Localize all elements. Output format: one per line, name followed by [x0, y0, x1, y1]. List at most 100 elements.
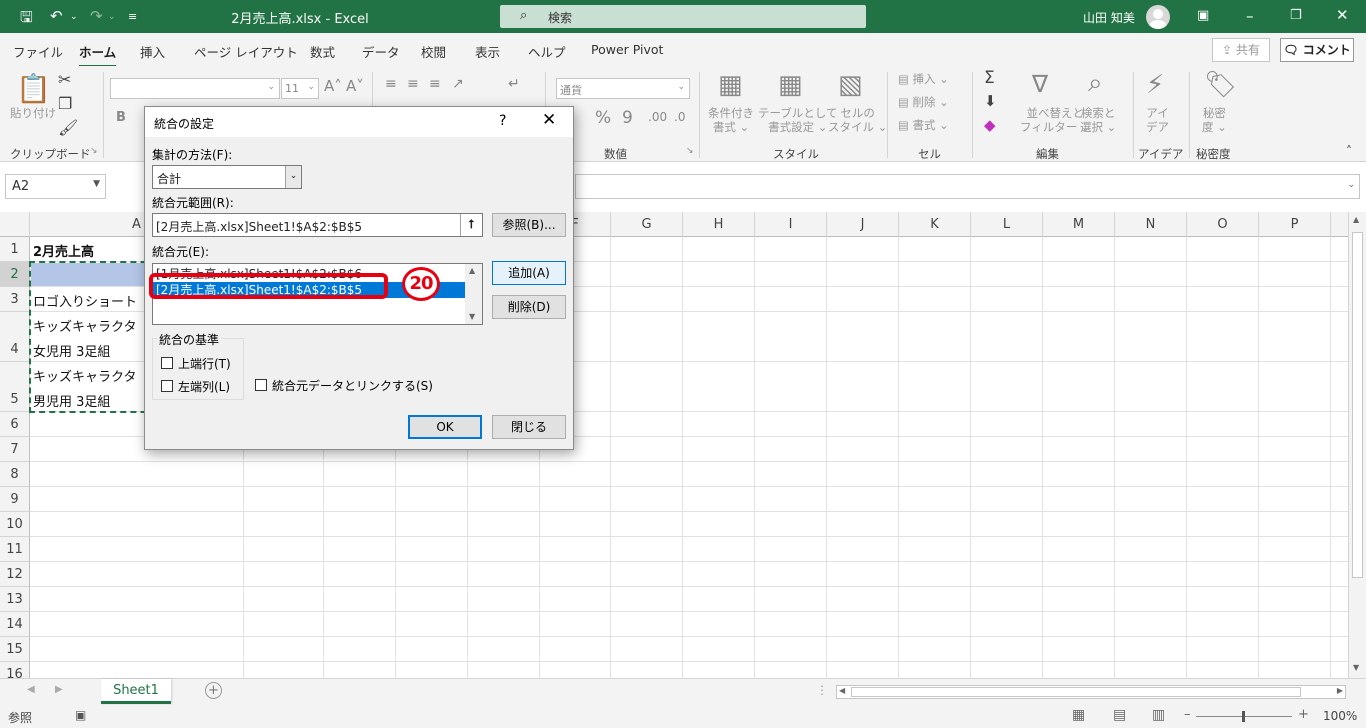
close-button[interactable]: 閉じる — [492, 415, 566, 439]
autosum-icon[interactable]: Σ — [984, 68, 995, 88]
tab-data[interactable]: データ — [362, 42, 400, 61]
scroll-left-icon[interactable]: ◀ — [839, 686, 845, 695]
close-icon[interactable]: ✕ — [542, 110, 556, 130]
font-size-combo[interactable]: 11 ⌄ — [281, 78, 319, 99]
cell-a1[interactable]: 2月売上高 — [33, 241, 94, 260]
grow-font-icon[interactable]: A˄ — [324, 77, 342, 95]
scroll-down-icon[interactable]: ▼ — [1353, 663, 1359, 672]
clear-icon[interactable]: ◆ — [984, 116, 996, 134]
normal-view-icon[interactable]: ▦ — [1072, 707, 1085, 723]
row-header[interactable]: 4 — [0, 312, 30, 362]
link-source-checkbox[interactable]: 統合元データとリンクする(S) — [255, 377, 433, 394]
cell-a5-line1[interactable]: キッズキャラクタ — [33, 366, 136, 385]
formula-input[interactable]: ⌄ — [575, 174, 1360, 199]
orientation-icon[interactable]: ↗ — [452, 76, 464, 92]
comma-icon[interactable]: 9 — [622, 108, 633, 128]
font-name-combo[interactable]: ⌄ — [110, 78, 280, 99]
insert-cells-button[interactable]: ▤ 挿入 ⌄ — [898, 72, 949, 86]
page-layout-view-icon[interactable]: ▤ — [1113, 707, 1126, 723]
wrap-text-icon[interactable]: ↵ — [508, 76, 520, 92]
row-header[interactable]: 6 — [0, 412, 30, 437]
macro-record-icon[interactable]: ▣ — [75, 708, 86, 722]
row-header[interactable]: 8 — [0, 462, 30, 487]
list-scrollbar[interactable]: ▲ ▼ — [465, 264, 482, 324]
scroll-up-icon[interactable]: ▲ — [1353, 215, 1359, 224]
tab-file[interactable]: ファイル — [13, 42, 63, 61]
align-top-icon[interactable]: ≡ — [385, 76, 397, 92]
column-header-l[interactable]: L — [971, 212, 1043, 237]
scroll-thumb[interactable] — [851, 687, 1301, 697]
scroll-right-icon[interactable]: ▶ — [1337, 686, 1343, 695]
row-header[interactable]: 16 — [0, 662, 30, 678]
delete-button[interactable]: 削除(D) — [492, 295, 566, 319]
zoom-slider-thumb[interactable] — [1242, 711, 1245, 722]
paste-icon[interactable]: 📋 — [16, 72, 51, 105]
select-all-corner[interactable] — [0, 212, 30, 237]
tab-page-layout[interactable]: ページ レイアウト — [194, 42, 298, 61]
chevron-down-icon[interactable]: ⌄ — [285, 166, 301, 188]
row-header[interactable]: 15 — [0, 637, 30, 662]
row-header[interactable]: 3 — [0, 287, 30, 312]
clipboard-launcher-icon[interactable]: ↘ — [90, 146, 98, 156]
align-middle-icon[interactable]: ≡ — [407, 76, 419, 92]
row-header[interactable]: 2 — [0, 262, 30, 287]
cell-a4-line1[interactable]: キッズキャラクタ — [33, 316, 136, 335]
tab-help[interactable]: ヘルプ — [528, 42, 566, 61]
delete-cells-button[interactable]: ▤ 削除 ⌄ — [898, 95, 949, 109]
tab-home[interactable]: ホーム — [79, 42, 117, 68]
cell-styles-icon[interactable]: ▧ — [838, 70, 863, 100]
shrink-font-icon[interactable]: A˅ — [346, 77, 364, 95]
sort-filter-icon[interactable]: ∇ — [1032, 70, 1048, 98]
column-header[interactable] — [1331, 212, 1348, 237]
cell-a4-line2[interactable]: 女児用 3足組 — [33, 341, 110, 360]
prev-sheet-icon[interactable]: ◀ — [27, 684, 35, 695]
column-header-h[interactable]: H — [683, 212, 755, 237]
format-as-table-button[interactable]: テーブルとして 書式設定 ⌄ — [758, 106, 837, 134]
cell-styles-button[interactable]: セルの スタイル ⌄ — [828, 106, 887, 134]
tab-view[interactable]: 表示 — [475, 42, 500, 61]
page-break-view-icon[interactable]: ▥ — [1152, 707, 1165, 723]
add-sheet-icon[interactable]: + — [205, 682, 222, 699]
column-header-n[interactable]: N — [1115, 212, 1187, 237]
sensitivity-icon[interactable]: 🏷 — [1204, 70, 1237, 100]
align-bottom-icon[interactable]: ≡ — [429, 76, 441, 92]
column-header-j[interactable]: J — [827, 212, 899, 237]
column-header-m[interactable]: M — [1043, 212, 1115, 237]
next-sheet-icon[interactable]: ▶ — [55, 684, 63, 695]
number-format-combo[interactable]: 通貨 ⌄ — [556, 78, 690, 99]
horizontal-scrollbar[interactable]: ◀ ▶ — [836, 685, 1346, 699]
row-header[interactable]: 5 — [0, 362, 30, 412]
dialog-title-bar[interactable]: 統合の設定 ? ✕ — [145, 107, 573, 137]
scroll-down-icon[interactable]: ▼ — [469, 312, 475, 321]
conditional-format-button[interactable]: 条件付き 書式 ⌄ — [708, 106, 754, 134]
row-header[interactable]: 12 — [0, 562, 30, 587]
decrease-decimal-icon[interactable]: .0 — [674, 110, 685, 124]
column-header-i[interactable]: I — [755, 212, 827, 237]
conditional-format-icon[interactable]: ▦ — [718, 70, 743, 100]
zoom-in-icon[interactable]: + — [1298, 707, 1309, 722]
function-select[interactable]: 合計 ⌄ — [152, 165, 302, 189]
find-icon[interactable]: ⌕ — [1088, 68, 1103, 99]
fill-icon[interactable]: ⬇ — [984, 92, 997, 110]
avatar[interactable] — [1146, 5, 1170, 29]
bold-icon[interactable]: B — [116, 110, 126, 125]
format-cells-button[interactable]: ▤ 書式 ⌄ — [898, 118, 949, 132]
find-select-button[interactable]: 検索と 選択 ⌄ — [1080, 106, 1116, 134]
column-header-p[interactable]: P — [1259, 212, 1331, 237]
row-header[interactable]: 1 — [0, 237, 30, 262]
tab-power-pivot[interactable]: Power Pivot — [591, 42, 663, 57]
cell-a5-line2[interactable]: 男児用 3足組 — [33, 391, 110, 410]
splitter-icon[interactable]: ⋮ — [816, 683, 828, 697]
comment-button[interactable]: 🗨 コメント — [1280, 38, 1354, 62]
tab-insert[interactable]: 挿入 — [140, 42, 165, 61]
row-header[interactable]: 9 — [0, 487, 30, 512]
sensitivity-button[interactable]: 秘密度 ⌄ — [1202, 106, 1227, 134]
minimize-icon[interactable]: – — [1246, 7, 1254, 25]
zoom-level[interactable]: 100% — [1323, 709, 1357, 723]
row-header[interactable]: 7 — [0, 437, 30, 462]
paste-button[interactable]: 貼り付け — [10, 106, 56, 120]
ideas-button[interactable]: アイ デア — [1146, 106, 1169, 134]
close-window-icon[interactable]: ✕ — [1336, 6, 1349, 24]
left-column-checkbox[interactable]: 左端列(L) — [161, 378, 230, 395]
column-header-g[interactable]: G — [611, 212, 683, 237]
